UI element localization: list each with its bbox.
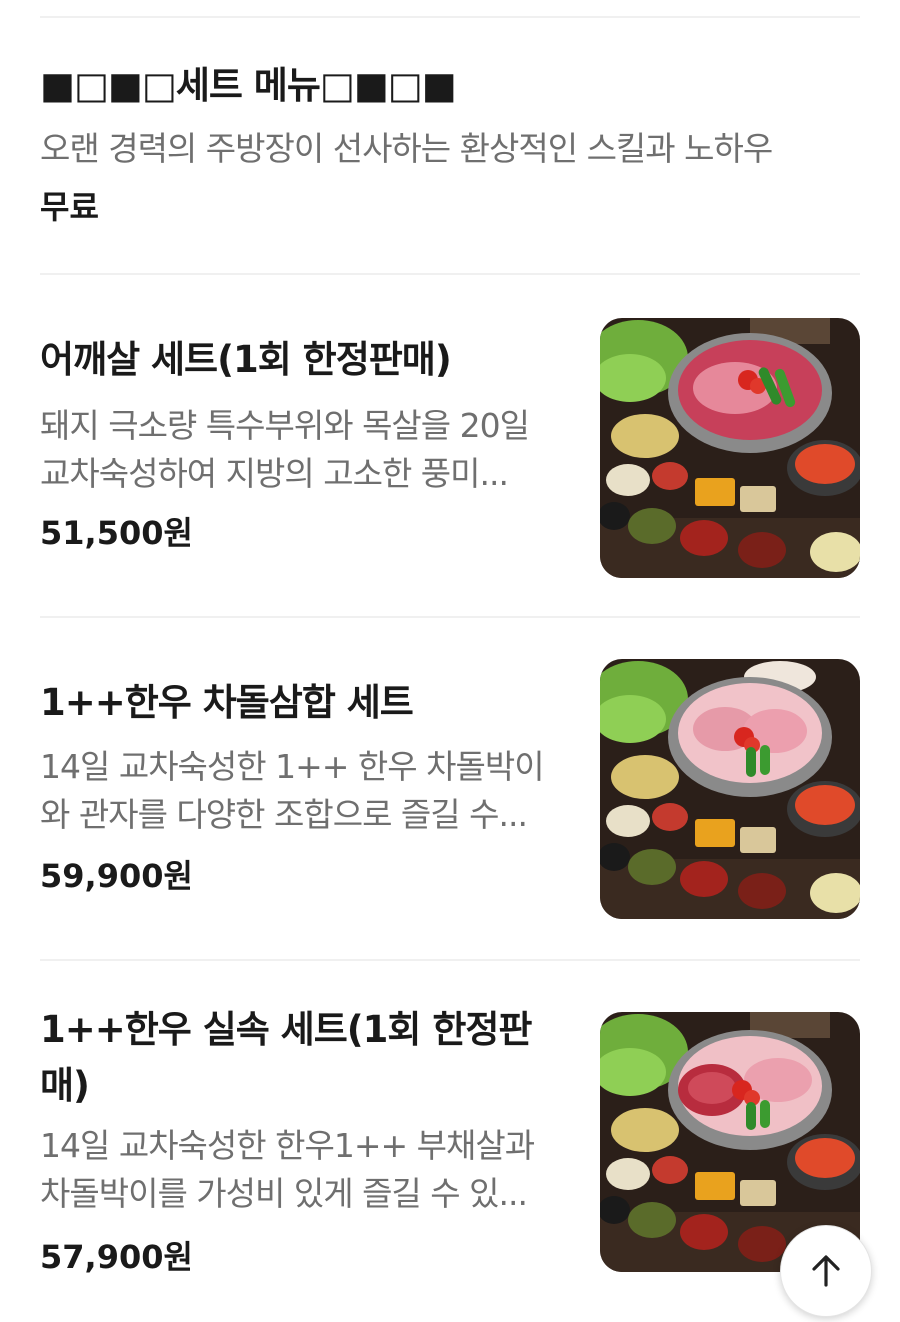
section-price: 무료 [40, 188, 99, 226]
section-divider [40, 273, 860, 275]
menu-item-price: 59,900원 [40, 857, 193, 895]
menu-item-name: 1++한우 차돌삼합 세트 [40, 681, 414, 724]
scroll-to-top-button[interactable] [780, 1225, 872, 1317]
menu-item[interactable]: 어깨살 세트(1회 한정판매) 돼지 극소량 특수부위와 목살을 20일 교차숙… [40, 318, 860, 578]
menu-item[interactable]: 1++한우 차돌삼합 세트 14일 교차숙성한 1++ 한우 차돌박이와 관자를… [40, 659, 860, 919]
menu-item-name: 어깨살 세트(1회 한정판매) [40, 338, 452, 381]
section-title: ■□■□세트 메뉴□■□■ [40, 64, 457, 107]
menu-item-description: 14일 교차숙성한 1++ 한우 차돌박이와 관자를 다양한 조합으로 즐길 수… [40, 747, 545, 834]
menu-item-name: 1++한우 실속 세트(1회 한정판매) [40, 1008, 532, 1107]
top-divider [40, 16, 860, 18]
menu-item-price: 57,900원 [40, 1238, 193, 1276]
item-divider [40, 616, 860, 618]
menu-item-description: 14일 교차숙성한 한우1++ 부채살과 차돌박이를 가성비 있게 즐길 수 있… [40, 1126, 535, 1213]
menu-item-price: 51,500원 [40, 514, 193, 552]
menu-item-description: 돼지 극소량 특수부위와 목살을 20일 교차숙성하여 지방의 고소한 풍미..… [40, 406, 530, 493]
pork-bbq-set-photo[interactable] [600, 318, 860, 578]
section-description: 오랜 경력의 주방장이 선사하는 환상적인 스킬과 노하우 [40, 129, 773, 168]
menu-item[interactable]: 1++한우 실속 세트(1회 한정판매) 14일 교차숙성한 한우1++ 부채살… [40, 1008, 860, 1276]
beef-brisket-set-photo[interactable] [600, 659, 860, 919]
arrow-up-icon [812, 1255, 840, 1287]
item-divider [40, 959, 860, 961]
